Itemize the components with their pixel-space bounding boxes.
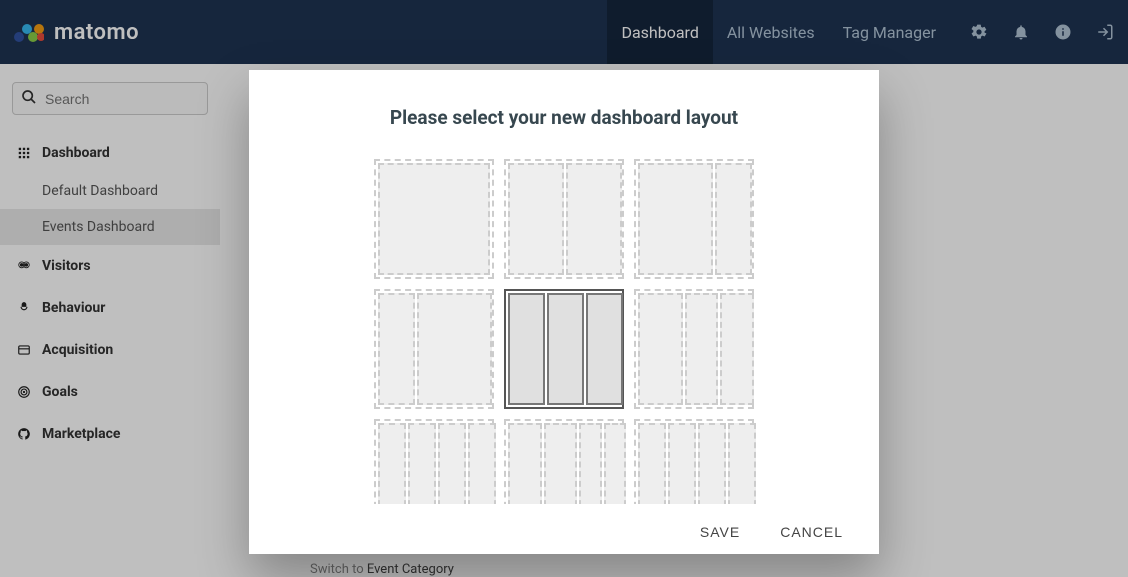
layout-column [544, 423, 578, 504]
layout-column [668, 423, 696, 504]
layout-modal: Please select your new dashboard layout … [249, 70, 879, 554]
layout-column [508, 423, 542, 504]
modal-overlay[interactable]: Please select your new dashboard layout … [0, 0, 1128, 577]
cancel-button[interactable]: CANCEL [780, 524, 843, 540]
layout-option-6[interactable] [374, 419, 494, 504]
layout-column [438, 423, 466, 504]
layout-column [566, 163, 622, 275]
layout-column [720, 293, 754, 405]
layout-option-1[interactable] [504, 159, 624, 279]
save-button[interactable]: SAVE [700, 524, 740, 540]
layout-options-grid [249, 159, 879, 504]
layout-column [378, 163, 490, 275]
layout-column [638, 293, 683, 405]
layout-column [508, 293, 545, 405]
layout-column [378, 293, 415, 405]
layout-option-7[interactable] [504, 419, 624, 504]
modal-title: Please select your new dashboard layout [249, 106, 879, 129]
layout-option-0[interactable] [374, 159, 494, 279]
layout-column [417, 293, 492, 405]
layout-option-3[interactable] [374, 289, 494, 409]
layout-column [508, 163, 564, 275]
layout-column [408, 423, 436, 504]
layout-column [579, 423, 601, 504]
layout-column [547, 293, 584, 405]
layout-option-5[interactable] [634, 289, 754, 409]
layout-column [728, 423, 756, 504]
layout-option-8[interactable] [634, 419, 754, 504]
layout-column [638, 423, 666, 504]
layout-column [715, 163, 752, 275]
layout-column [604, 423, 626, 504]
layout-column [586, 293, 623, 405]
layout-column [685, 293, 719, 405]
layout-column [468, 423, 496, 504]
layout-column [638, 163, 713, 275]
layout-option-4[interactable] [504, 289, 624, 409]
layout-column [378, 423, 406, 504]
layout-column [698, 423, 726, 504]
modal-footer: SAVE CANCEL [249, 506, 879, 554]
layout-option-2[interactable] [634, 159, 754, 279]
